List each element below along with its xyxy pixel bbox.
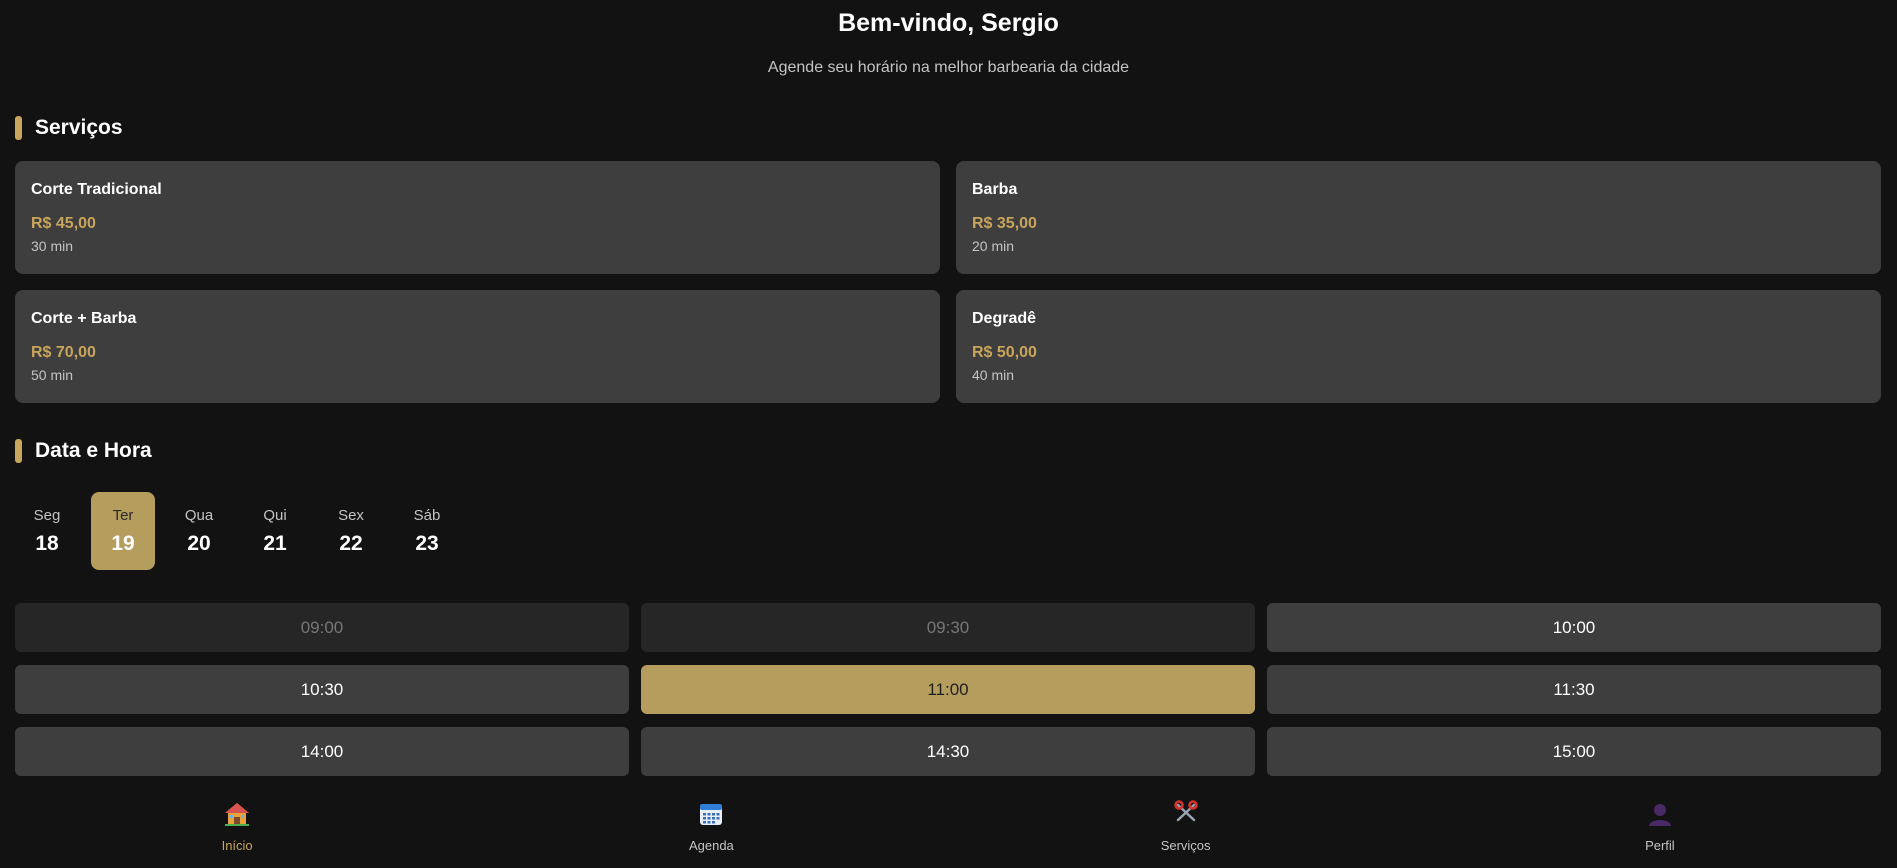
- bottom-navigation: Início Agenda Serviços Perfil: [0, 790, 1897, 868]
- service-name: Barba: [972, 181, 1018, 198]
- welcome-title: Bem-vindo, Sergio: [838, 9, 1059, 37]
- nav-item-servicos[interactable]: Serviços: [949, 790, 1423, 868]
- services-grid: Corte Tradicional R$ 45,00 30 min Barba …: [15, 161, 1881, 403]
- day-option-23[interactable]: Sáb 23: [395, 492, 459, 570]
- datetime-section-title: Data e Hora: [15, 439, 152, 463]
- service-price: R$ 35,00: [972, 215, 1037, 232]
- time-slot-0900: 09:00: [15, 603, 629, 652]
- nav-label: Serviços: [1160, 838, 1211, 853]
- time-slot-0930: 09:30: [641, 603, 1255, 652]
- nav-label: Início: [221, 838, 253, 853]
- datetime-heading: Data e Hora: [35, 439, 152, 462]
- day-weekday: Sáb: [413, 507, 441, 524]
- nav-label: Perfil: [1645, 838, 1675, 853]
- time-slot-1130[interactable]: 11:30: [1267, 665, 1881, 714]
- service-name: Corte Tradicional: [31, 181, 162, 198]
- day-number: 22: [339, 532, 363, 555]
- day-number: 23: [415, 532, 439, 555]
- welcome-header: Bem-vindo, Sergio Agende seu horário na …: [0, 8, 1897, 78]
- service-price: R$ 70,00: [31, 344, 96, 361]
- time-slot-1430[interactable]: 14:30: [641, 727, 1255, 776]
- scissors-icon: [1173, 800, 1198, 822]
- time-slot-grid: 09:00 09:30 10:00 10:30 11:00 11:30 14:0…: [15, 603, 1881, 776]
- calendar-icon: [700, 804, 723, 825]
- day-picker: Seg 18 Ter 19 Qua 20 Qui 21 Sex 22 Sáb 2…: [15, 492, 459, 570]
- services-heading: Serviços: [35, 116, 123, 139]
- time-slot-1100[interactable]: 11:00: [641, 665, 1255, 714]
- day-number: 21: [263, 532, 287, 555]
- day-weekday: Seg: [33, 507, 61, 524]
- time-slot-1000[interactable]: 10:00: [1267, 603, 1881, 652]
- welcome-subtitle: Agende seu horário na melhor barbearia d…: [767, 59, 1130, 76]
- day-number: 18: [35, 532, 59, 555]
- section-accent-bar: [15, 116, 22, 140]
- time-slot-1400[interactable]: 14:00: [15, 727, 629, 776]
- day-option-21[interactable]: Qui 21: [243, 492, 307, 570]
- service-name: Degradê: [972, 310, 1037, 327]
- time-slot-1500[interactable]: 15:00: [1267, 727, 1881, 776]
- day-option-22[interactable]: Sex 22: [319, 492, 383, 570]
- day-number: 20: [187, 532, 211, 555]
- day-number: 19: [111, 532, 135, 555]
- nav-item-inicio[interactable]: Início: [0, 790, 474, 868]
- nav-item-perfil[interactable]: Perfil: [1423, 790, 1897, 868]
- time-slot-1030[interactable]: 10:30: [15, 665, 629, 714]
- service-card-corte-tradicional[interactable]: Corte Tradicional R$ 45,00 30 min: [15, 161, 940, 274]
- service-duration: 50 min: [31, 367, 74, 383]
- day-weekday: Ter: [112, 507, 134, 524]
- service-price: R$ 45,00: [31, 215, 96, 232]
- day-weekday: Sex: [338, 507, 364, 524]
- service-duration: 40 min: [972, 367, 1015, 383]
- service-duration: 30 min: [31, 238, 74, 254]
- service-name: Corte + Barba: [31, 310, 137, 327]
- day-weekday: Qui: [263, 507, 287, 524]
- service-card-degrade[interactable]: Degradê R$ 50,00 40 min: [956, 290, 1881, 403]
- home-icon: [225, 803, 250, 826]
- service-duration: 20 min: [972, 238, 1015, 254]
- service-card-barba[interactable]: Barba R$ 35,00 20 min: [956, 161, 1881, 274]
- day-option-19[interactable]: Ter 19: [91, 492, 155, 570]
- section-accent-bar: [15, 439, 22, 463]
- nav-item-agenda[interactable]: Agenda: [474, 790, 948, 868]
- user-icon: [1648, 804, 1671, 826]
- services-section-title: Serviços: [15, 116, 123, 140]
- day-option-18[interactable]: Seg 18: [15, 492, 79, 570]
- nav-label: Agenda: [688, 838, 734, 853]
- day-weekday: Qua: [184, 507, 214, 524]
- app-screen: Bem-vindo, Sergio Agende seu horário na …: [0, 0, 1897, 868]
- service-price: R$ 50,00: [972, 344, 1037, 361]
- service-card-corte-barba[interactable]: Corte + Barba R$ 70,00 50 min: [15, 290, 940, 403]
- day-option-20[interactable]: Qua 20: [167, 492, 231, 570]
